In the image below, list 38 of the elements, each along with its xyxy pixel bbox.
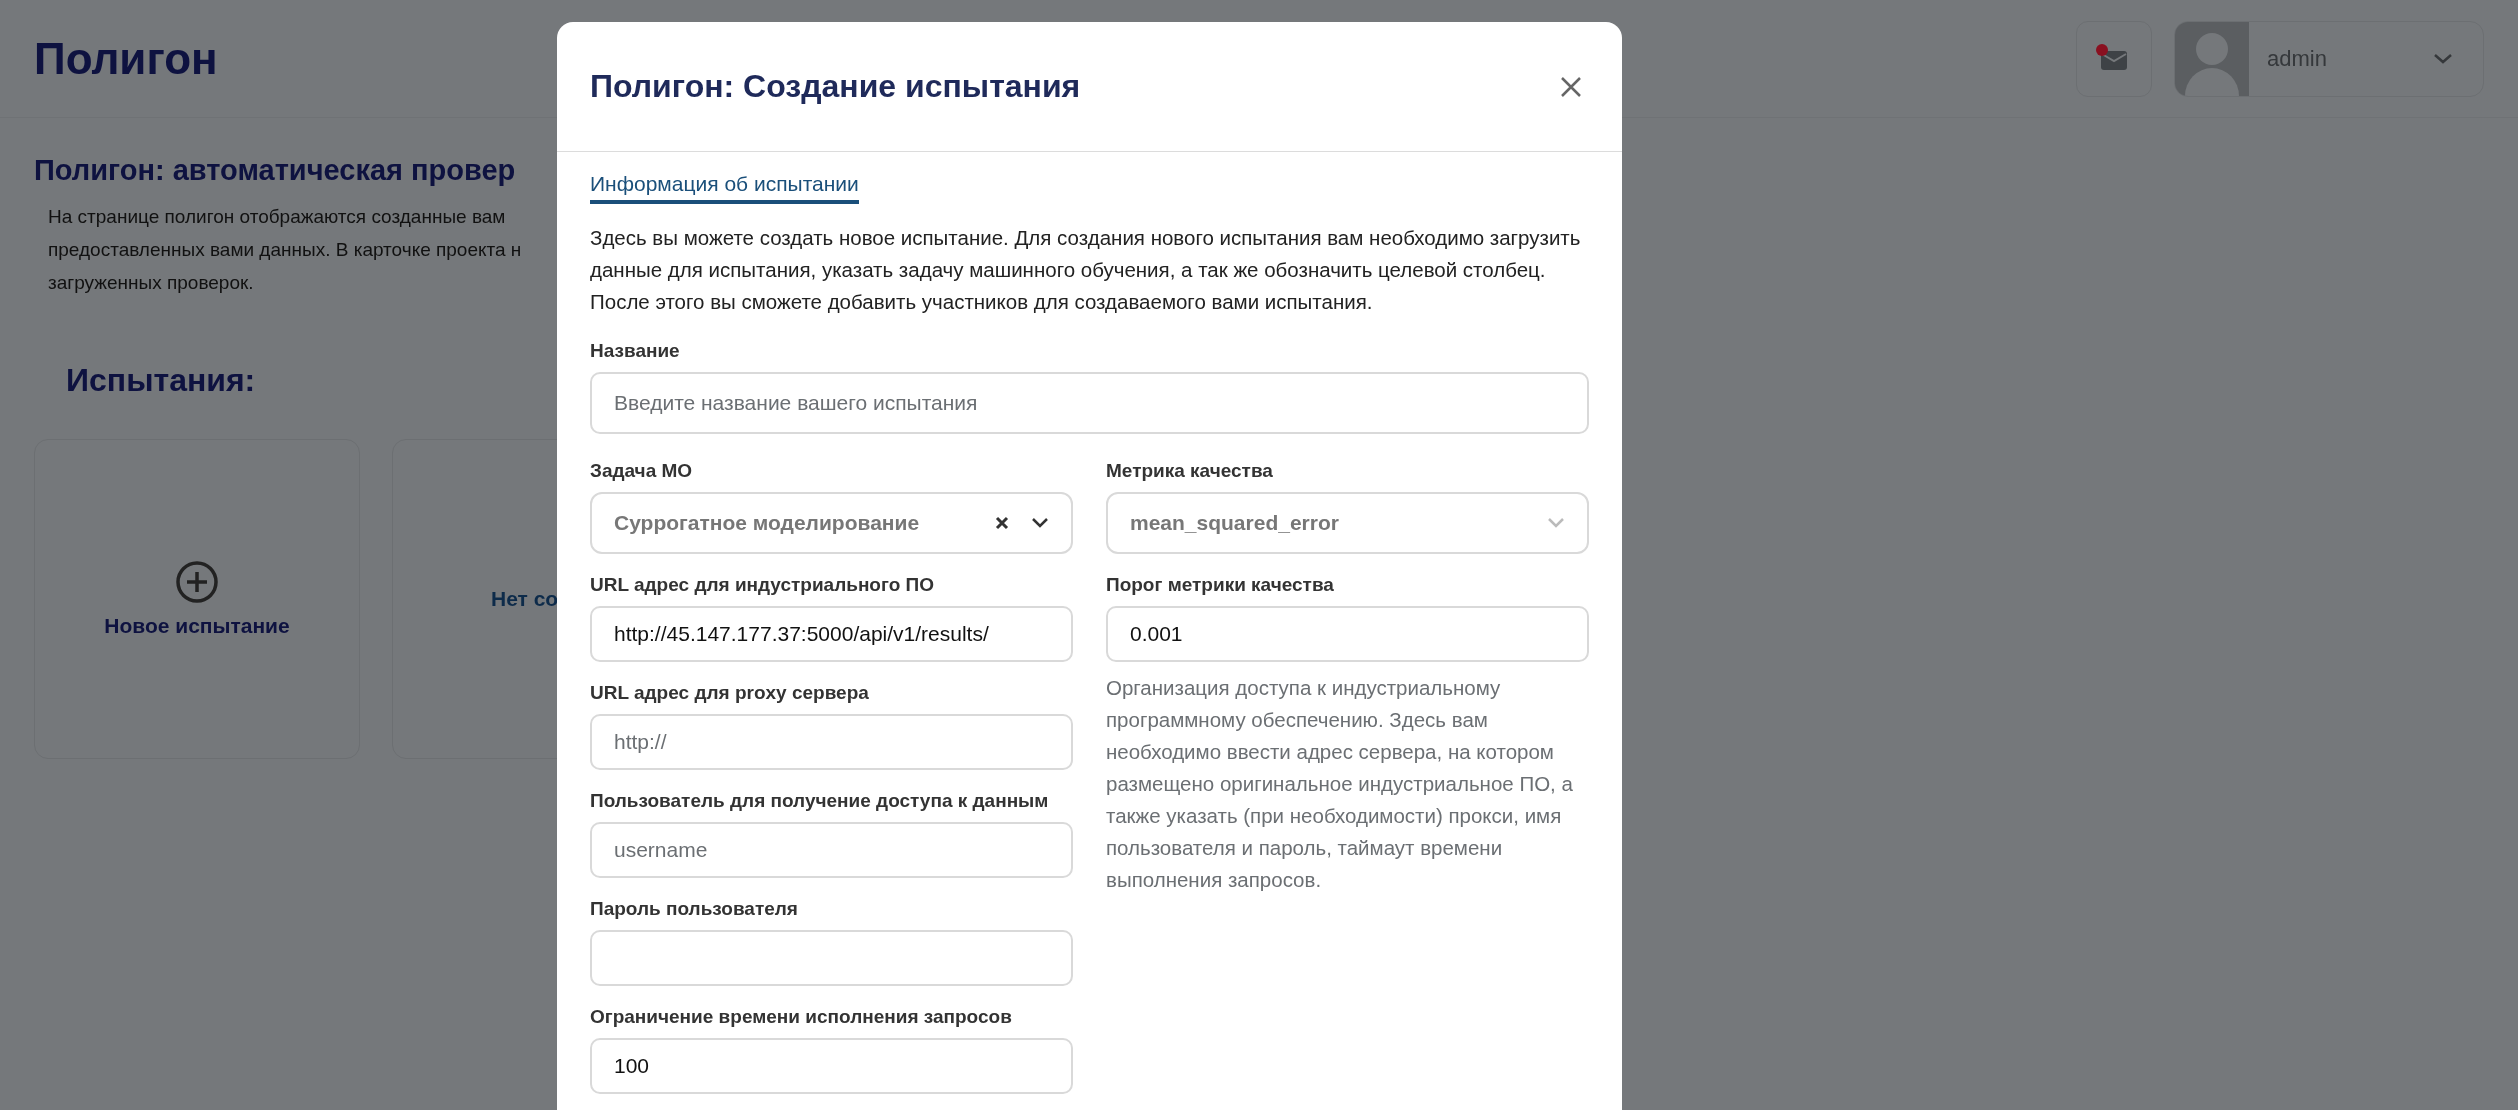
tab[interactable]: Информация об испытании: [590, 172, 859, 204]
field-label: Название: [590, 340, 681, 362]
field-label: Пароль пользователя: [590, 898, 799, 920]
input-field[interactable]: 0.001: [1106, 606, 1589, 662]
input-field[interactable]: [590, 930, 1073, 986]
card-label: Нет со: [491, 587, 559, 611]
select-field[interactable]: Суррогатное моделирование: [590, 492, 1073, 554]
input-field[interactable]: 100: [590, 1038, 1073, 1094]
input-field[interactable]: http://: [590, 714, 1073, 770]
page-heading: Полигон: автоматическая провер: [34, 154, 516, 187]
input-field[interactable]: http://45.147.177.37:5000/api/v1/results/: [590, 606, 1073, 662]
description-text: предоставленных вами данных. В карточке проекта н: [48, 238, 522, 262]
field-label: URL адрес для индустриального ПО: [590, 574, 935, 596]
select-value: mean_squared_error: [1130, 511, 1340, 535]
intro-text: Здесь вы можете создать новое испытание. Для создания нового испытания вам необходимо загрузить данные для испытания, указать задачу машинного обучения, а так же обозначить целевой столбец. После этого вы сможете добавить участников для создаваемого вами испытания.: [590, 225, 1582, 315]
select-value: Суррогатное моделирование: [614, 511, 921, 535]
field-label: URL адрес для proxy сервера: [590, 682, 870, 704]
help-text: Организация доступа к индустриальному программному обеспечению. Здесь вам необходимо ввести адрес сервера, на котором размещено оригинальное индустриальное ПО, а также указать (при необходимости) прокси, имя пользователя и пароль, таймаут времени выполнения запросов.: [1106, 675, 1574, 893]
select-field[interactable]: mean_squared_error: [1106, 492, 1589, 554]
description-text: загруженных проверок.: [48, 271, 254, 295]
app-title: Полигон: [34, 33, 219, 84]
close-icon: [1560, 75, 1582, 98]
field-label: Ограничение времени исполнения запросов: [590, 1006, 1013, 1028]
caret-icon[interactable]: [1031, 517, 1049, 529]
clear-icon[interactable]: [995, 516, 1009, 530]
new-test-card[interactable]: Новое испытание: [34, 439, 360, 759]
card-label: Новое испытание: [104, 614, 290, 638]
field-label: Задача МО: [590, 460, 694, 482]
field-label: Метрика качества: [1106, 460, 1274, 482]
modal-title: Полигон: Создание испытания: [590, 68, 1081, 105]
field-label: Порог метрики качества: [1106, 574, 1335, 596]
caret-icon: [2433, 52, 2453, 65]
field-label: Пользователь для получение доступа к данным: [590, 790, 1050, 812]
plus-circle-icon: [175, 560, 219, 604]
input-field[interactable]: Введите название вашего испытания: [590, 372, 1589, 434]
section-title: Испытания:: [66, 362, 257, 399]
description-text: На странице полигон отображаются созданные вам: [48, 205, 506, 229]
input-field[interactable]: username: [590, 822, 1073, 878]
